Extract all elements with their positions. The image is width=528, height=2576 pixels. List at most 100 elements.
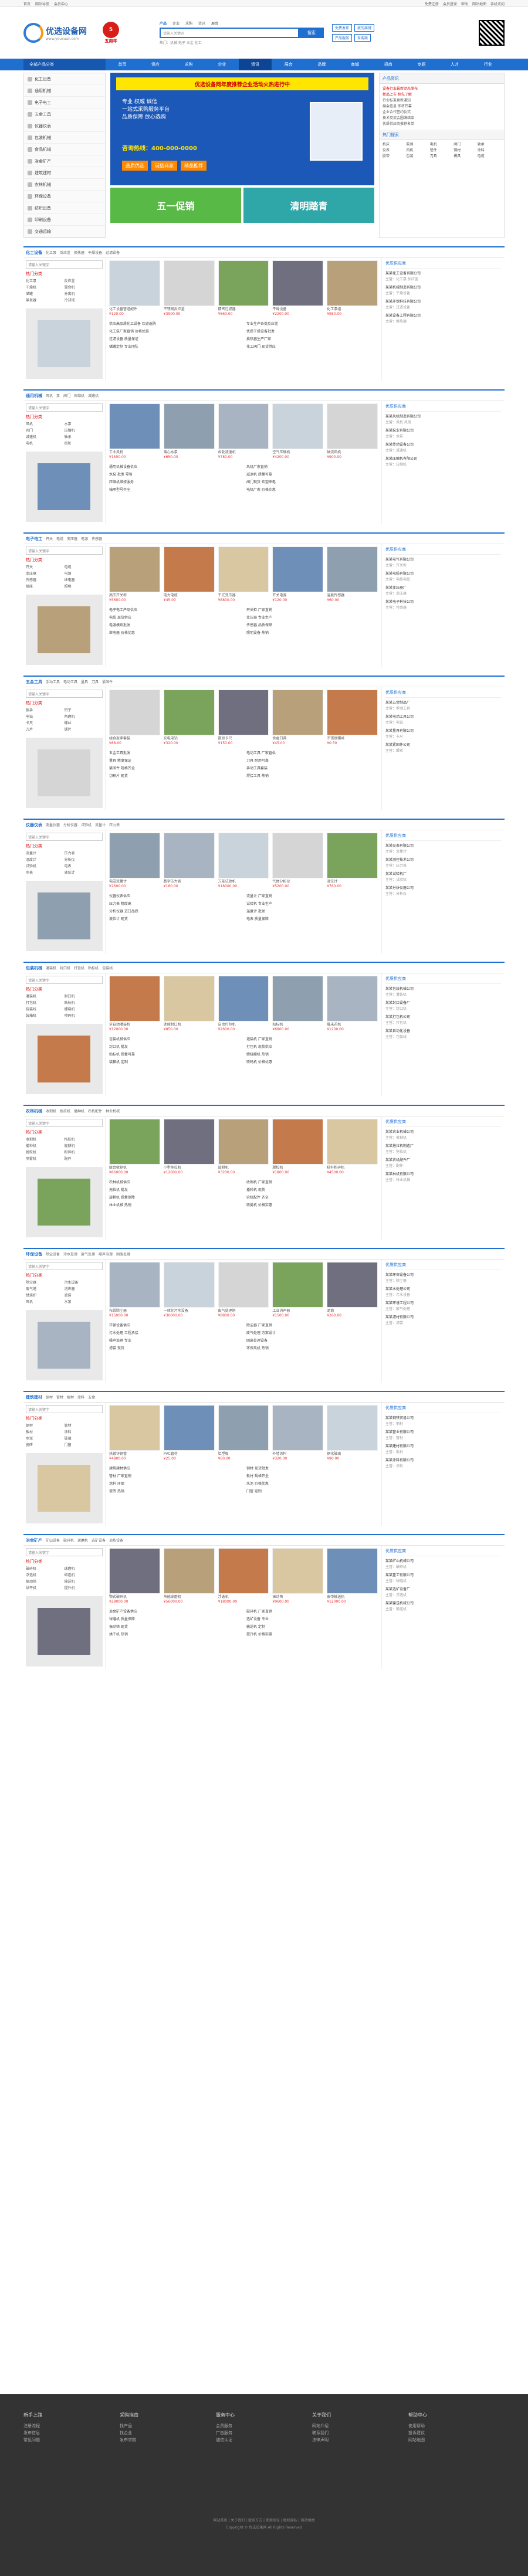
supplier-name[interactable]: 某某环境工程公司 (385, 1301, 501, 1306)
section-hot-link[interactable]: 压力表 (65, 850, 103, 857)
section-hot-link[interactable]: 储罐 (26, 291, 65, 297)
product-image[interactable] (163, 1262, 215, 1308)
product-name[interactable]: 工业消声器 (272, 1309, 323, 1314)
supplier-name[interactable]: 某某传动设备公司 (385, 442, 501, 448)
section-hot-link[interactable]: 提升机 (65, 1585, 103, 1591)
supplier-item[interactable]: 某某农业机械公司 主营：收割机 (385, 1129, 501, 1141)
product-image[interactable] (327, 1262, 378, 1308)
product-name[interactable]: 外墙涂料 (272, 1452, 323, 1457)
product-name[interactable]: 不锈钢反应釜 (164, 307, 215, 312)
section-feature-image[interactable] (26, 1596, 103, 1667)
section-sub-link[interactable]: 打包机 (74, 965, 84, 970)
product-card[interactable]: 废气处理塔 ¥8800.00 (218, 1262, 269, 1318)
section-sub-link[interactable]: 播种机 (74, 1108, 84, 1114)
section-sub-link[interactable]: 试验机 (81, 822, 92, 827)
section-hot-link[interactable]: 配件 (65, 1156, 103, 1162)
category-item[interactable]: 纺织设备 (24, 202, 105, 214)
supplier-item[interactable]: 某某水处理公司 主营：污水设备 (385, 1287, 501, 1298)
product-name[interactable]: 皮带输送机 (327, 1595, 378, 1600)
section-hot-link[interactable]: 蒸发器 (26, 297, 65, 304)
section-hot-link[interactable]: 干燥机 (26, 284, 65, 291)
supplier-name[interactable]: 某某环保科技有限公司 (385, 299, 501, 305)
supplier-item[interactable]: 某某测控技术公司 主营：压力表 (385, 857, 501, 869)
news-item[interactable]: 收割机 厂家直销 (246, 1179, 378, 1186)
site-logo[interactable]: 优选设备网 www.youxuan.com (23, 23, 94, 43)
news-item[interactable]: 化工泵厂家直销 价格优惠 (109, 328, 241, 335)
section-feature-image[interactable] (26, 1024, 103, 1094)
product-name[interactable]: 联合收割机 (109, 1166, 160, 1170)
news-item[interactable]: 传感器 品质保障 (246, 622, 378, 629)
news-item[interactable]: 化工阀门 现货供应 (246, 343, 378, 351)
product-image[interactable] (218, 833, 269, 878)
news-item[interactable]: 瓷砖 热销 (109, 1488, 241, 1495)
product-name[interactable]: 化工泵组 (327, 307, 378, 312)
section-sub-link[interactable]: 减速机 (88, 393, 99, 398)
news-item[interactable]: 环保设备供应 (109, 1322, 241, 1329)
news-item[interactable]: 水泥 价格优惠 (246, 1480, 378, 1488)
keyword-link[interactable]: 电缆 (478, 154, 501, 159)
section-hot-link[interactable]: 浮选机 (26, 1572, 65, 1579)
product-image[interactable] (327, 1405, 378, 1451)
product-image[interactable] (218, 1119, 269, 1165)
news-item[interactable]: 板材 规格齐全 (246, 1472, 378, 1480)
section-hot-link[interactable]: 污水设备 (65, 1279, 103, 1286)
product-name[interactable]: 一体化污水设备 (164, 1309, 215, 1314)
section-sub-link[interactable]: 管材 (56, 1394, 63, 1400)
section-title[interactable]: 化工设备 (26, 250, 42, 256)
news-item[interactable]: 播种机 现货 (246, 1186, 378, 1194)
section-search-input[interactable]: 请输入关键字 (26, 260, 103, 269)
section-hot-link[interactable]: 焚烧炉 (26, 1292, 65, 1299)
section-sub-link[interactable]: 涂料 (77, 1394, 84, 1400)
section-hot-link[interactable]: 旋耕机 (65, 1143, 103, 1149)
footer-link[interactable]: 找企业 (120, 2429, 216, 2436)
supplier-name[interactable]: 某某矿山机械公司 (385, 1559, 501, 1564)
product-card[interactable]: 贴标机 ¥6800.00 (272, 976, 324, 1032)
section-hot-link[interactable]: 电机 (26, 440, 65, 447)
news-item[interactable]: 缠绕膜机 热销 (246, 1051, 378, 1058)
keyword-link[interactable]: 泵阀 (406, 142, 429, 148)
section-sub-link[interactable]: 污水处理 (63, 1251, 77, 1257)
section-hot-link[interactable]: 混合机 (65, 284, 103, 291)
product-card[interactable]: 节能球磨机 ¥56000.00 (163, 1548, 215, 1604)
supplier-item[interactable]: 某某滤材有限公司 主营：滤袋 (385, 1315, 501, 1326)
product-image[interactable] (218, 403, 269, 449)
supplier-item[interactable]: 某某传动设备公司 主营：减速机 (385, 442, 501, 454)
product-name[interactable]: 旋耕机 (218, 1166, 269, 1170)
section-hot-link[interactable]: 电源 (65, 571, 103, 577)
supplier-item[interactable]: 某某电气有限公司 主营：开关柜 (385, 557, 501, 569)
product-name[interactable]: 温度传感器 (327, 593, 378, 598)
footer-link[interactable]: 联系我们 (312, 2429, 408, 2436)
product-card[interactable]: 布袋除尘器 ¥15000.00 (109, 1262, 160, 1318)
section-hot-link[interactable]: 除尘器 (26, 1279, 65, 1286)
footer-link[interactable]: 广告服务 (216, 2429, 312, 2436)
product-image[interactable] (163, 1405, 215, 1451)
product-card[interactable]: 电磁流量计 ¥2600.00 (109, 833, 160, 889)
side-news-item[interactable]: 新品上市 抢先了解 (383, 92, 501, 98)
product-image[interactable] (327, 547, 378, 592)
product-card[interactable]: 数字压力表 ¥180.00 (163, 833, 215, 889)
product-image[interactable] (327, 833, 378, 878)
help-link[interactable]: 帮助 (461, 1, 468, 6)
section-sub-link[interactable]: 换热器 (74, 250, 84, 255)
search-tab-company[interactable]: 企业 (172, 21, 180, 26)
product-card[interactable]: 干燥设备 ¥2200.00 (272, 260, 324, 317)
product-card[interactable]: 秸秆粉碎机 ¥4500.00 (327, 1119, 378, 1175)
keyword-link[interactable]: 电机 (430, 142, 453, 148)
product-card[interactable]: 自动打包机 ¥2600.00 (218, 976, 269, 1032)
news-item[interactable]: 噪声治理 专业 (109, 1337, 241, 1345)
section-title[interactable]: 电子电工 (26, 536, 42, 542)
section-hot-link[interactable]: 封口机 (65, 993, 103, 1000)
section-hot-link[interactable]: 刀片 (26, 727, 65, 733)
product-image[interactable] (109, 260, 160, 306)
product-name[interactable]: 全自动灌装机 (109, 1023, 160, 1027)
section-sub-link[interactable]: 板材 (67, 1394, 74, 1400)
section-hot-link[interactable]: 水表 (26, 870, 65, 876)
news-item[interactable]: 压缩机维修服务 (109, 478, 241, 486)
news-item[interactable]: 破碎机 厂家直销 (246, 1608, 378, 1615)
product-card[interactable]: 工业消声器 ¥1500.00 (272, 1262, 324, 1318)
product-card[interactable]: 连续封口机 ¥850.00 (163, 976, 215, 1032)
product-card[interactable]: 铝塑板 ¥60.00 (218, 1405, 269, 1461)
product-card[interactable]: 钢化玻璃 ¥90.00 (327, 1405, 378, 1461)
supplier-item[interactable]: 某某压缩机有限公司 主营：压缩机 (385, 456, 501, 468)
side-news-item[interactable]: 企业合作签约仪式 (383, 110, 501, 116)
